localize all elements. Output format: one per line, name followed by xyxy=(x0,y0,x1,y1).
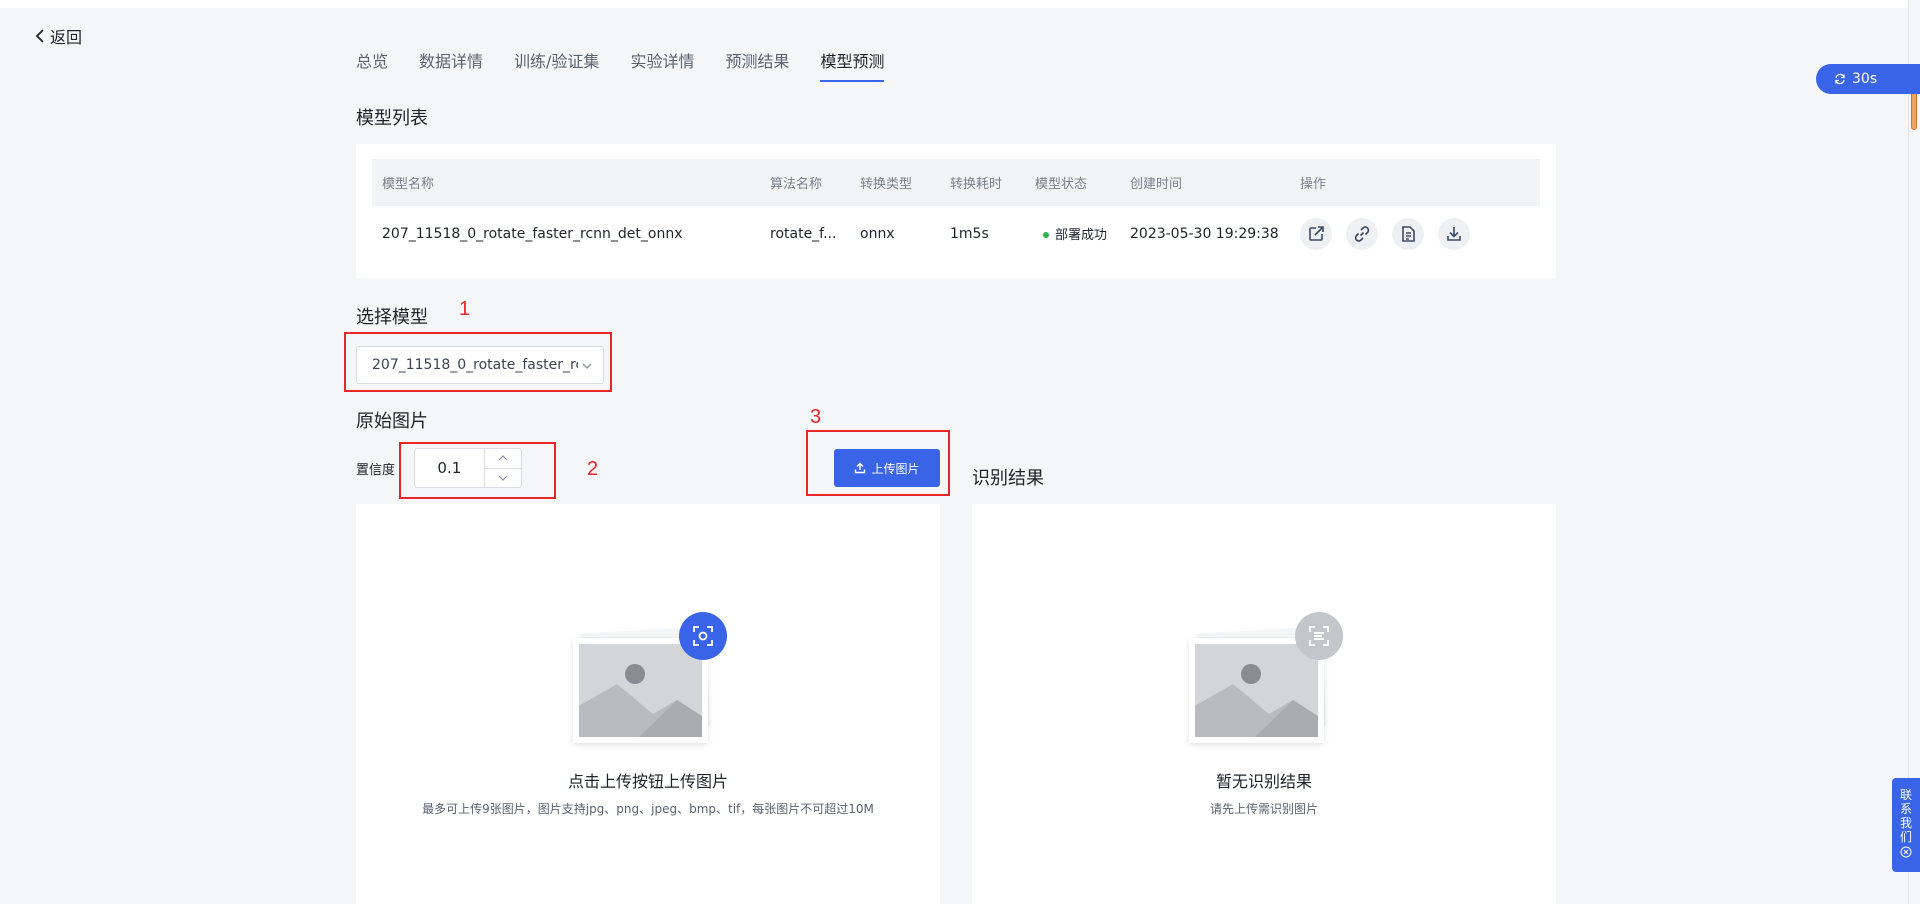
scrollbar[interactable] xyxy=(1908,0,1920,904)
model-table: 模型名称 算法名称 转换类型 转换耗时 模型状态 创建时间 操作 207_115… xyxy=(372,159,1540,261)
tab-overview[interactable]: 总览 xyxy=(356,48,388,82)
original-empty-state: 点击上传按钮上传图片 最多可上传9张图片，图片支持jpg、png、jpeg、bm… xyxy=(368,612,928,817)
tab-bar: 总览 数据详情 训练/验证集 实验详情 预测结果 模型预测 xyxy=(356,48,885,82)
select-model-title: 选择模型 xyxy=(356,307,428,328)
result-empty-title: 暂无识别结果 xyxy=(1215,772,1312,791)
annotation-box-1 xyxy=(344,332,612,392)
upload-hint-title: 点击上传按钮上传图片 xyxy=(567,772,728,791)
chevron-left-icon xyxy=(35,29,44,43)
tab-prediction-results[interactable]: 预测结果 xyxy=(725,48,789,82)
image-placeholder-icon xyxy=(573,612,727,750)
tab-model-prediction[interactable]: 模型预测 xyxy=(820,48,885,82)
col-header-convert-time: 转换耗时 xyxy=(950,177,1003,192)
download-icon xyxy=(1447,226,1461,241)
contact-label: 联系我们 xyxy=(1899,788,1912,844)
col-header-status: 模型状态 xyxy=(1035,177,1088,192)
col-header-created: 创建时间 xyxy=(1130,177,1183,192)
refresh-icon xyxy=(1835,73,1845,85)
upload-hint-sub: 最多可上传9张图片，图片支持jpg、png、jpeg、bmp、tif，每张图片不… xyxy=(422,802,874,816)
external-link-icon xyxy=(1309,225,1324,241)
annotation-number-1: 1 xyxy=(459,298,471,320)
cell-status: 部署成功 xyxy=(1035,224,1130,243)
tab-train-val-set[interactable]: 训练/验证集 xyxy=(514,48,599,82)
annotation-box-3 xyxy=(806,430,950,496)
tab-data-details[interactable]: 数据详情 xyxy=(419,48,483,82)
copy-link-button[interactable] xyxy=(1346,217,1378,250)
table-row: 207_11518_0_rotate_faster_rcnn_det_onnx … xyxy=(372,206,1540,261)
cell-model-name: 207_11518_0_rotate_faster_rcnn_det_onnx xyxy=(382,225,683,242)
refresh-timer-button[interactable]: 30s xyxy=(1816,64,1920,94)
contact-us-button[interactable]: 联系我们 xyxy=(1892,778,1920,872)
scan-badge xyxy=(679,612,727,660)
open-external-button[interactable] xyxy=(1300,217,1332,250)
model-list-title: 模型列表 xyxy=(356,108,428,129)
annotation-number-2: 2 xyxy=(587,458,599,480)
table-header: 模型名称 算法名称 转换类型 转换耗时 模型状态 创建时间 操作 xyxy=(372,159,1540,206)
scan-icon xyxy=(693,626,713,646)
cell-convert-type: onnx xyxy=(860,225,895,242)
annotation-box-2 xyxy=(399,442,556,499)
back-label: 返回 xyxy=(50,28,83,47)
tab-experiment-details[interactable]: 实验详情 xyxy=(630,48,694,82)
cell-convert-time: 1m5s xyxy=(950,225,989,242)
cell-created: 2023-05-30 19:29:38 xyxy=(1130,225,1279,242)
close-icon[interactable] xyxy=(1900,846,1912,858)
status-label: 部署成功 xyxy=(1055,228,1108,243)
col-header-algorithm: 算法名称 xyxy=(770,177,823,192)
link-icon xyxy=(1354,225,1370,242)
result-empty-sub: 请先上传需识别图片 xyxy=(1209,802,1318,816)
recognize-badge xyxy=(1295,612,1343,660)
confidence-label: 置信度 xyxy=(356,463,396,478)
text-recognition-icon xyxy=(1309,626,1329,646)
timer-label: 30s xyxy=(1852,71,1878,87)
result-empty-state: 暂无识别结果 请先上传需识别图片 xyxy=(984,612,1544,817)
col-header-actions: 操作 xyxy=(1300,177,1327,192)
original-image-title: 原始图片 xyxy=(356,411,428,432)
result-title: 识别结果 xyxy=(972,468,1044,489)
document-icon xyxy=(1402,225,1415,242)
cell-algorithm: rotate_f... xyxy=(770,225,837,242)
col-header-convert-type: 转换类型 xyxy=(860,177,913,192)
status-dot-icon xyxy=(1043,231,1049,238)
back-button[interactable]: 返回 xyxy=(34,24,82,48)
top-strip xyxy=(0,0,1920,8)
col-header-name: 模型名称 xyxy=(382,177,435,192)
cell-actions xyxy=(1300,217,1540,250)
image-placeholder-icon xyxy=(1189,612,1343,750)
annotation-number-3: 3 xyxy=(810,406,822,428)
download-button[interactable] xyxy=(1438,217,1470,250)
view-document-button[interactable] xyxy=(1392,217,1424,250)
